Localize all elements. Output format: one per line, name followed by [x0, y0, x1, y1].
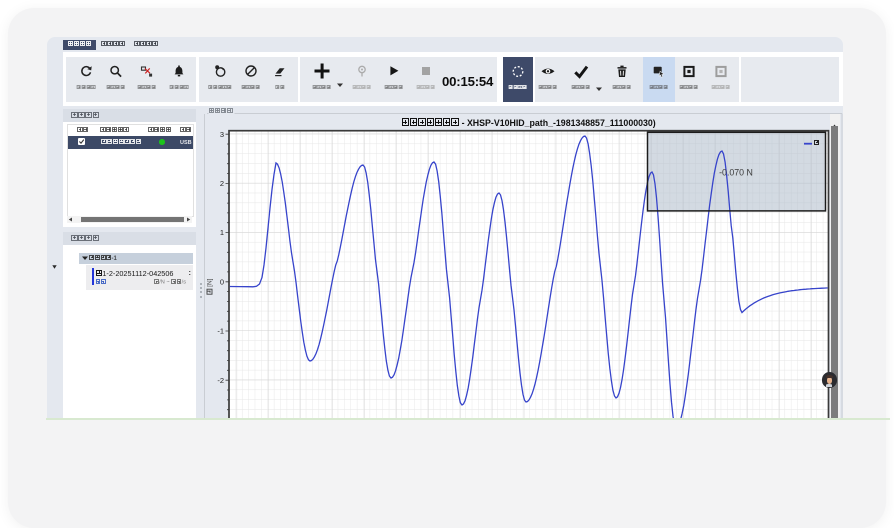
svg-text:1: 1 [220, 228, 224, 237]
svg-text:3: 3 [220, 130, 224, 139]
svg-text:2: 2 [220, 179, 224, 188]
svg-text:-0.070 N: -0.070 N [719, 168, 753, 178]
svg-text:0: 0 [220, 277, 224, 286]
svg-text:-2: -2 [217, 376, 224, 385]
svg-text:-1: -1 [217, 327, 224, 336]
